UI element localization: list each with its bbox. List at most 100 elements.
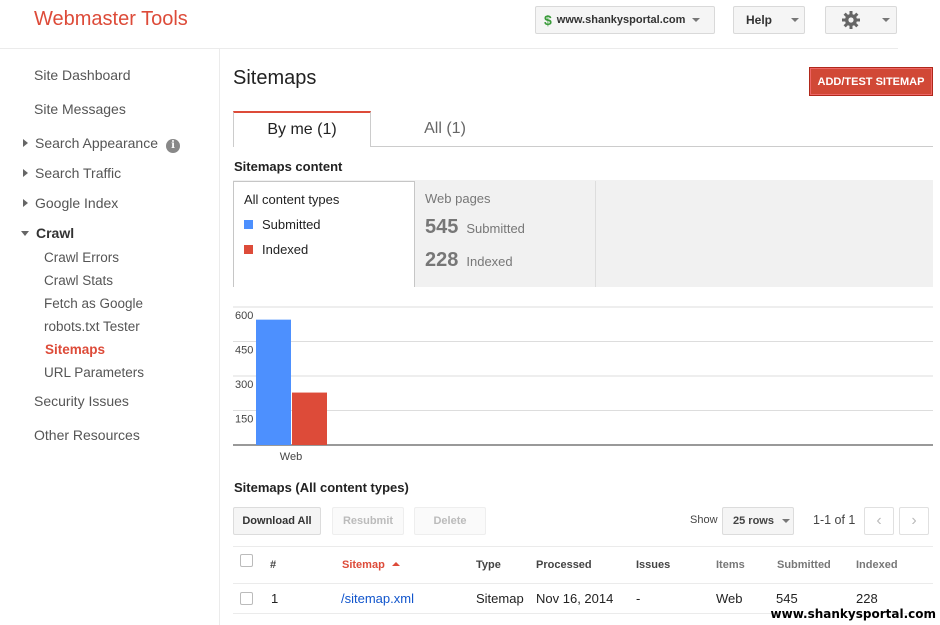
column-header-sitemap-label: Sitemap (342, 559, 385, 571)
page-title: Sitemaps (233, 67, 317, 89)
row-submitted: 545 (776, 591, 798, 606)
row-num: 1 (271, 591, 279, 606)
help-label: Help (746, 13, 773, 27)
header-divider (0, 48, 898, 49)
settings-button[interactable] (825, 6, 897, 34)
legend-submitted-label: Submitted (262, 217, 321, 232)
prev-page-button[interactable]: ‹ (864, 507, 894, 535)
sidebar-item-label: Crawl (36, 225, 75, 241)
web-pages-summary[interactable]: Web pages 545 Submitted 228 Indexed (415, 181, 596, 287)
sidebar-item-crawl-stats[interactable]: Crawl Stats (44, 273, 113, 288)
help-button[interactable]: Help (733, 6, 805, 34)
select-all-checkbox[interactable] (240, 554, 253, 567)
table-header-border (233, 583, 933, 584)
sidebar-item-url-parameters[interactable]: URL Parameters (44, 365, 144, 380)
content-type-legend[interactable]: All content types Submitted Indexed (233, 181, 415, 287)
show-label: Show (690, 514, 718, 526)
sidebar-item-crawl[interactable]: Crawl (21, 225, 74, 241)
sidebar-item-search-traffic[interactable]: Search Traffic (23, 165, 121, 181)
sitemaps-content-heading: Sitemaps content (234, 159, 343, 174)
resubmit-button[interactable]: Resubmit (332, 507, 404, 535)
collapse-arrow-icon (21, 231, 29, 236)
y-tick-label: 600 (235, 310, 253, 322)
sidebar-item-robots-tester[interactable]: robots.txt Tester (44, 319, 140, 334)
web-indexed-stat: 228 Indexed (425, 249, 513, 272)
column-header-submitted: Submitted (777, 559, 831, 571)
dollar-sign-icon: $ (544, 12, 552, 28)
sidebar-item-site-messages[interactable]: Site Messages (34, 101, 126, 117)
info-icon[interactable]: i (165, 139, 180, 153)
download-all-button[interactable]: Download All (233, 507, 321, 535)
sidebar-item-label: Search Traffic (35, 165, 122, 181)
table-heading: Sitemaps (All content types) (234, 480, 409, 495)
sidebar-item-security-issues[interactable]: Security Issues (34, 393, 129, 409)
add-test-sitemap-button[interactable]: ADD/TEST SITEMAP (809, 67, 933, 96)
sidebar-item-label: Search Appearance (35, 135, 158, 151)
sitemap-link[interactable]: /sitemap.xml (341, 591, 414, 606)
pagination-info: 1-1 of 1 (813, 513, 856, 527)
legend-all-types: All content types (244, 192, 340, 207)
tab-all[interactable]: All (1) (372, 111, 518, 147)
bar-indexed (292, 392, 327, 445)
row-issues: - (636, 591, 641, 606)
column-header-num: # (270, 559, 277, 571)
sidebar-item-google-index[interactable]: Google Index (23, 195, 118, 211)
sidebar-item-fetch-as-google[interactable]: Fetch as Google (44, 296, 143, 311)
legend-indexed-label: Indexed (262, 242, 309, 257)
y-tick-label: 150 (235, 414, 253, 426)
row-processed: Nov 16, 2014 (536, 591, 614, 606)
x-tick-label: Web (280, 451, 302, 463)
sidebar-item-other-resources[interactable]: Other Resources (34, 427, 140, 443)
column-header-processed[interactable]: Processed (536, 559, 592, 571)
delete-button[interactable]: Delete (414, 507, 486, 535)
column-header-sitemap[interactable]: Sitemap (342, 559, 400, 571)
expand-arrow-icon (23, 139, 28, 147)
next-page-button[interactable]: › (899, 507, 929, 535)
submitted-swatch (244, 220, 253, 229)
gear-icon (842, 11, 860, 29)
sitemaps-bar-chart: 150 300 450 600 Web (233, 306, 933, 463)
sidebar-item-site-dashboard[interactable]: Site Dashboard (34, 67, 131, 83)
y-tick-label: 300 (235, 379, 253, 391)
submitted-count: 545 (425, 216, 459, 238)
row-type: Sitemap (476, 591, 524, 606)
sidebar-item-sitemaps[interactable]: Sitemaps (45, 342, 105, 357)
column-header-indexed: Indexed (856, 559, 898, 571)
y-tick-label: 450 (235, 345, 253, 357)
rows-per-page-select[interactable]: 25 rows (722, 507, 794, 535)
legend-submitted[interactable]: Submitted (244, 217, 321, 232)
sidebar-item-crawl-errors[interactable]: Crawl Errors (44, 250, 119, 265)
row-items: Web (716, 591, 743, 606)
app-logo[interactable]: Webmaster Tools (34, 8, 188, 31)
site-selector-label: www.shankysportal.com (556, 14, 686, 26)
column-header-issues[interactable]: Issues (636, 559, 670, 571)
expand-arrow-icon (23, 199, 28, 207)
indexed-label: Indexed (466, 254, 513, 269)
tab-by-me[interactable]: By me (1) (233, 111, 371, 147)
submitted-label: Submitted (466, 221, 525, 236)
indexed-count: 228 (425, 249, 459, 271)
table-top-border (233, 546, 933, 547)
expand-arrow-icon (23, 169, 28, 177)
watermark: www.shankysportal.com (770, 607, 936, 621)
web-submitted-stat: 545 Submitted (425, 216, 525, 239)
chevron-down-icon (692, 18, 701, 22)
chevron-down-icon (791, 18, 800, 22)
chevron-down-icon (882, 18, 890, 22)
sidebar-item-label: Google Index (35, 195, 119, 211)
row-indexed: 228 (856, 591, 878, 606)
indexed-swatch (244, 245, 253, 254)
column-header-type[interactable]: Type (476, 559, 501, 571)
sidebar-item-search-appearance[interactable]: Search Appearance i (23, 135, 180, 153)
bar-submitted (256, 319, 291, 445)
web-pages-title: Web pages (425, 191, 491, 206)
legend-indexed[interactable]: Indexed (244, 242, 308, 257)
row-checkbox[interactable] (240, 592, 253, 605)
chevron-down-icon (781, 519, 790, 523)
rows-per-page-value: 25 rows (733, 515, 774, 527)
sidebar-divider (219, 49, 220, 625)
tab-divider (371, 146, 933, 147)
column-header-items: Items (716, 559, 745, 571)
sort-ascending-icon (391, 562, 400, 566)
site-selector[interactable]: $ www.shankysportal.com (535, 6, 715, 34)
